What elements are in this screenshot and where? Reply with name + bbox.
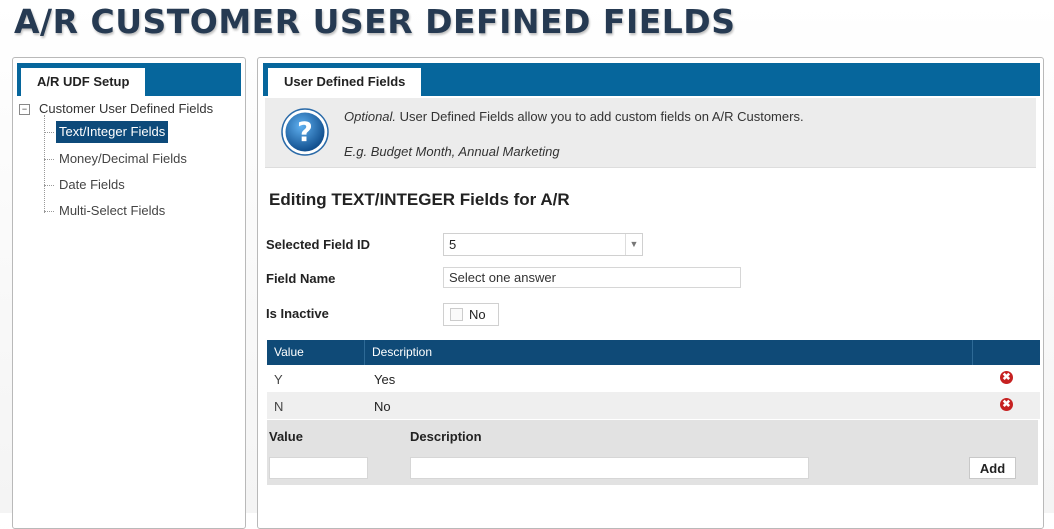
optional-label: Optional. <box>344 109 397 124</box>
tree-connector <box>44 132 54 133</box>
column-header-description[interactable]: Description <box>365 340 973 365</box>
tab-ar-udf-setup[interactable]: A/R UDF Setup <box>21 68 146 96</box>
tree-root-label[interactable]: Customer User Defined Fields <box>39 101 213 116</box>
cell-description: No <box>374 399 391 414</box>
add-value-input[interactable] <box>269 457 368 479</box>
info-example: E.g. Budget Month, Annual Marketing <box>344 144 560 159</box>
info-box: ? Optional. User Defined Fields allow yo… <box>265 98 1036 168</box>
checkbox-icon[interactable] <box>450 308 463 321</box>
is-inactive-label: Is Inactive <box>266 306 329 321</box>
is-inactive-toggle[interactable]: No <box>443 303 499 326</box>
tree-connector <box>44 185 54 186</box>
tree-connector <box>44 211 54 212</box>
add-button[interactable]: Add <box>969 457 1016 479</box>
info-description: Optional. User Defined Fields allow you … <box>344 109 804 124</box>
page-title: A/R CUSTOMER USER DEFINED FIELDS <box>14 2 736 41</box>
column-header-actions <box>973 340 1040 365</box>
svg-text:?: ? <box>297 117 313 148</box>
right-tab-bar: User Defined Fields <box>263 63 1040 96</box>
add-row-area: Value Description Add <box>267 420 1038 485</box>
left-tab-bar: A/R UDF Setup <box>17 63 241 96</box>
tab-user-defined-fields[interactable]: User Defined Fields <box>268 68 422 96</box>
cell-value: N <box>274 399 284 414</box>
tree-connector <box>44 115 45 213</box>
tree-item-label[interactable]: Money/Decimal Fields <box>56 148 190 170</box>
add-value-label: Value <box>269 429 303 444</box>
grid-header: Value Description <box>267 340 1040 365</box>
tree-item-label[interactable]: Text/Integer Fields <box>56 121 169 143</box>
is-inactive-value: No <box>469 307 486 322</box>
delete-icon[interactable]: ✖ <box>1000 371 1013 384</box>
tree-connector <box>44 159 54 160</box>
column-header-value[interactable]: Value <box>267 340 365 365</box>
cell-value: Y <box>274 372 283 387</box>
collapse-icon[interactable]: − <box>19 104 30 115</box>
table-row[interactable]: Y Yes ✖ <box>267 365 1040 392</box>
delete-icon[interactable]: ✖ <box>1000 398 1013 411</box>
selected-field-id-select[interactable]: 5 ▼ <box>443 233 643 256</box>
udf-edit-panel: User Defined Fields ? Optional. User Def… <box>257 57 1044 529</box>
add-description-label: Description <box>410 429 482 444</box>
info-text: User Defined Fields allow you to add cus… <box>396 109 804 124</box>
add-description-input[interactable] <box>410 457 809 479</box>
table-row[interactable]: N No ✖ <box>267 392 1040 419</box>
field-name-label: Field Name <box>266 271 336 286</box>
selected-field-id-label: Selected Field ID <box>266 237 371 252</box>
tree-item-label[interactable]: Multi-Select Fields <box>56 200 168 222</box>
question-mark-icon: ? <box>281 108 329 156</box>
selected-field-id-value: 5 <box>449 237 457 252</box>
udf-setup-panel: A/R UDF Setup − Customer User Defined Fi… <box>12 57 246 529</box>
field-name-input[interactable] <box>443 267 741 288</box>
chevron-down-icon[interactable]: ▼ <box>625 234 642 255</box>
section-heading: Editing TEXT/INTEGER Fields for A/R <box>269 190 570 209</box>
cell-description: Yes <box>374 372 396 387</box>
tree-item-label[interactable]: Date Fields <box>56 174 128 196</box>
